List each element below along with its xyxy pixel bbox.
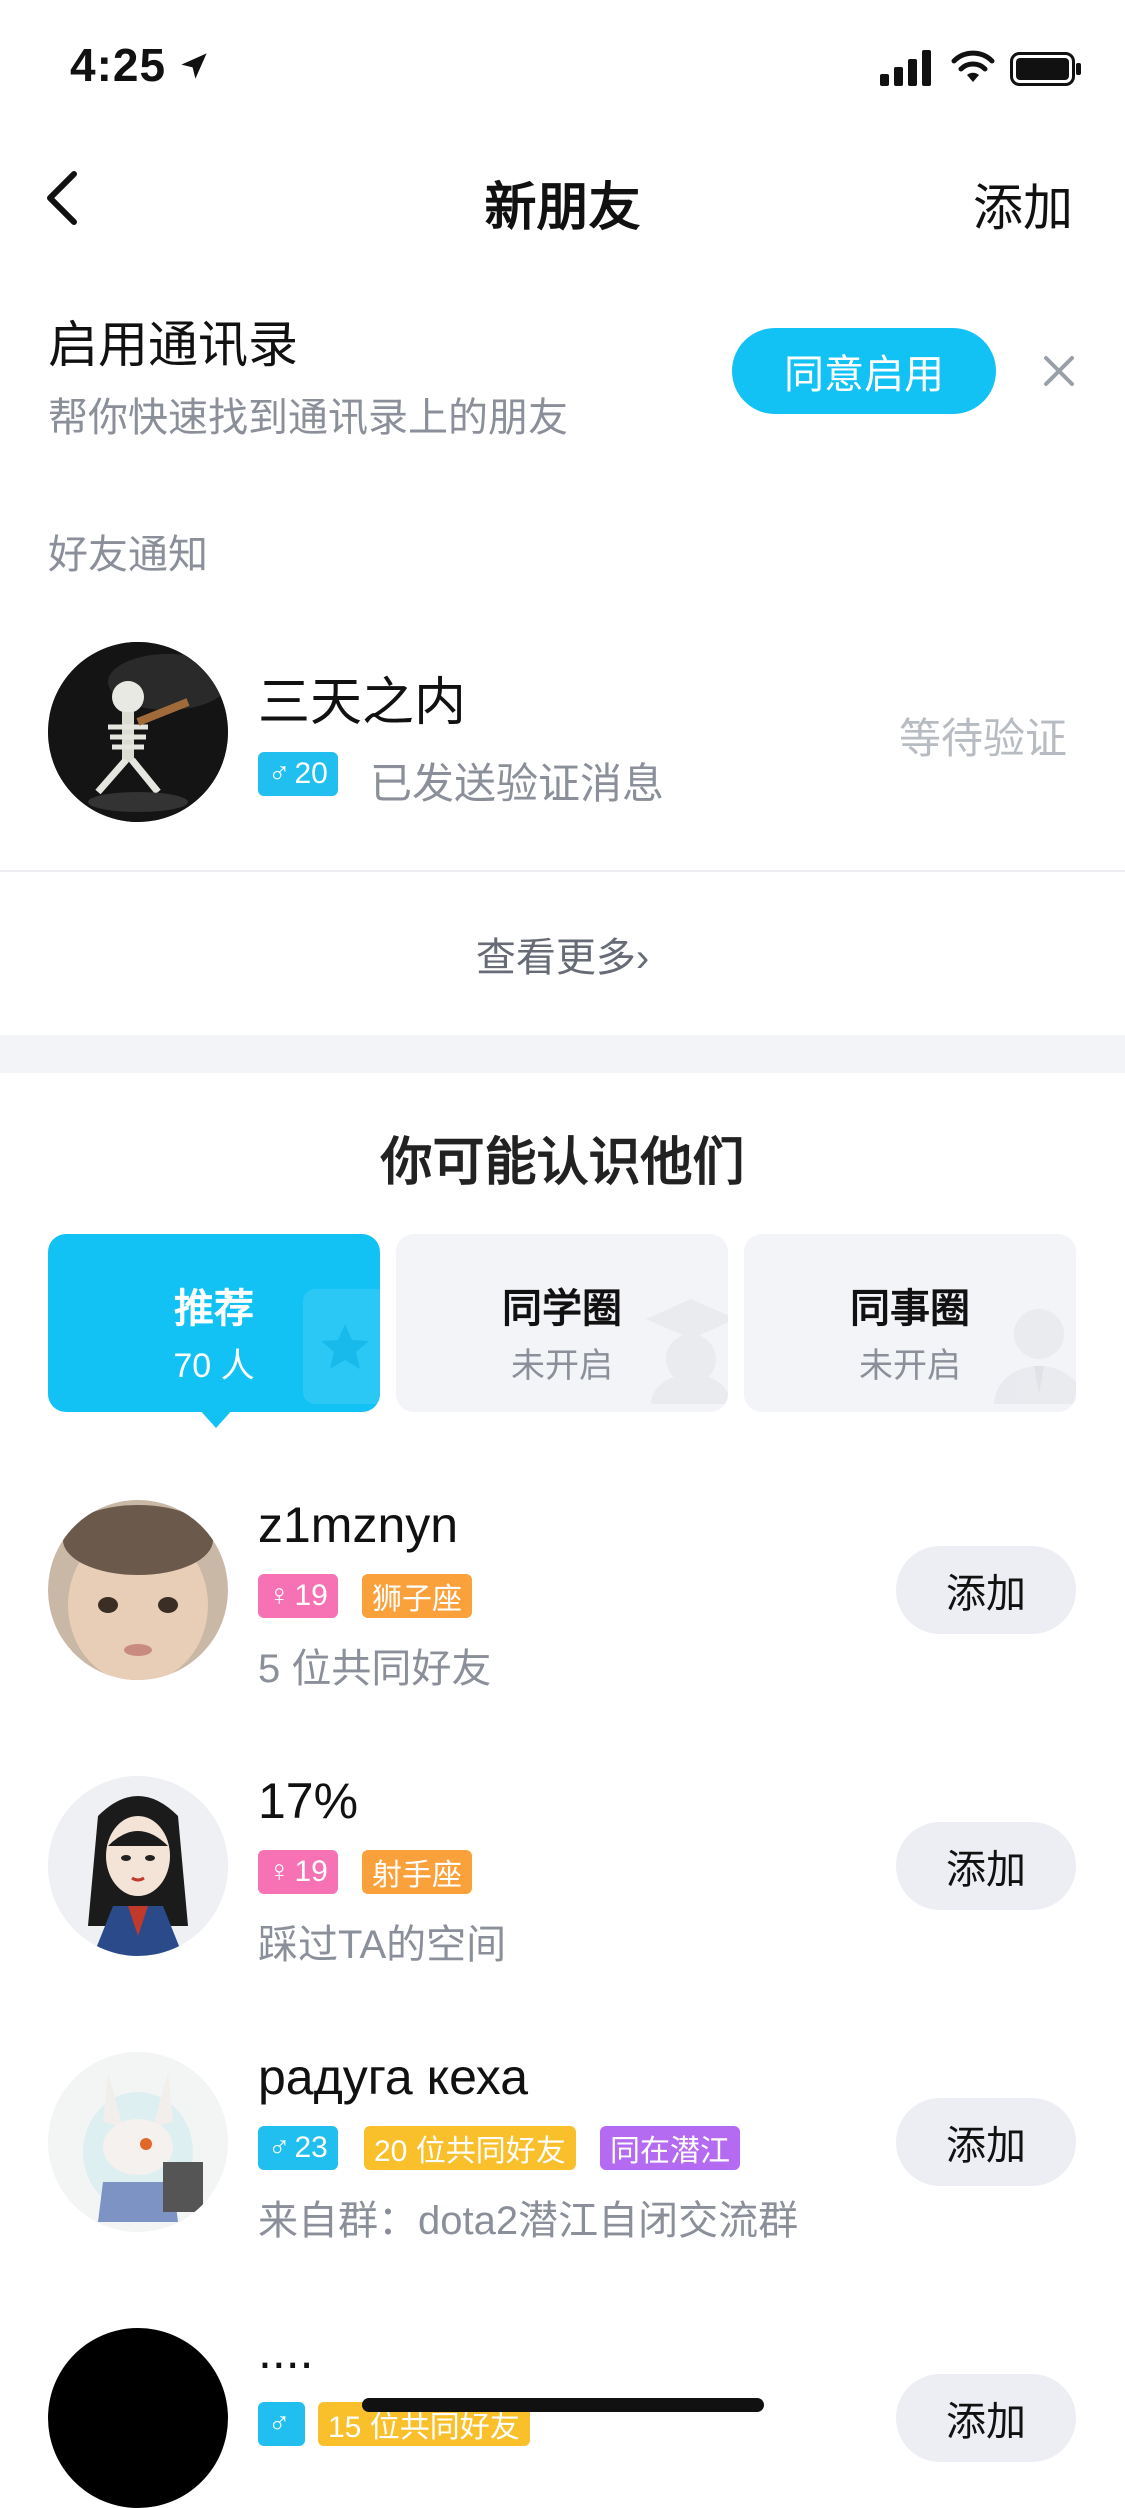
tag-badge: 20 位共同好友 <box>364 2126 576 2170</box>
mulan-avatar-image <box>48 1776 228 1956</box>
avatar[interactable] <box>48 1776 228 1956</box>
tab-recommended[interactable]: 推荐 70 人 <box>48 1234 380 1412</box>
avatar[interactable] <box>48 1500 228 1680</box>
gender-age-badge: ♂ <box>258 2402 305 2446</box>
gender-age-badge: ♂ 23 <box>258 2126 338 2170</box>
tab-pointer <box>198 1408 234 1428</box>
notification-status: 等待验证 <box>898 715 1067 762</box>
section-separator <box>0 1035 1125 1073</box>
baby-avatar-image <box>48 1500 228 1680</box>
age-text: 23 <box>294 2131 328 2164</box>
person-subtitle: 来自群：dota2潜江自闭交流群 <box>258 2199 799 2243</box>
star-bookmark-icon <box>303 1289 380 1404</box>
tag-badge: 射手座 <box>362 1850 472 1894</box>
graduate-icon <box>646 1299 728 1404</box>
person-name: 17% <box>258 1773 359 1829</box>
add-person-button[interactable]: 添加 <box>896 2374 1076 2462</box>
contacts-banner-subtitle: 帮你快速找到通讯录上的朋友 <box>48 396 568 440</box>
status-time: 4:25 <box>70 39 167 91</box>
person-name: z1mznyn <box>258 1497 459 1553</box>
skeleton-avatar-image <box>48 642 228 822</box>
close-icon[interactable] <box>1040 352 1078 390</box>
add-friend-button[interactable]: 添加 <box>973 168 1073 240</box>
male-icon: ♂ <box>268 757 291 790</box>
friend-notifications-label: 好友通知 <box>48 533 208 577</box>
age-text: 20 <box>294 757 328 790</box>
person-subtitle: 5 位共同好友 <box>258 1647 492 1691</box>
person-name: радуга кеха <box>258 2049 529 2105</box>
gender-age-badge: ♂ 20 <box>258 752 338 796</box>
location-arrow-icon <box>181 53 207 79</box>
signal-icon <box>880 50 931 86</box>
battery-icon <box>1010 52 1081 86</box>
avatar[interactable] <box>48 642 228 822</box>
tab-colleagues[interactable]: 同事圈 未开启 <box>744 1234 1076 1412</box>
rabbit-avatar-image <box>48 2052 228 2232</box>
age-text: 19 <box>294 1579 328 1612</box>
wifi-icon <box>951 50 995 82</box>
may-know-title: 你可能认识他们 <box>380 1134 745 1192</box>
home-indicator <box>362 2398 764 2412</box>
chevron-right-icon: › <box>635 936 650 980</box>
divider <box>0 870 1125 872</box>
contacts-banner-title: 启用通讯录 <box>48 317 298 373</box>
age-text: 19 <box>294 1855 328 1888</box>
gender-age-badge: ♀ 19 <box>258 1850 338 1894</box>
tag-badge: 同在潜江 <box>600 2126 740 2170</box>
male-icon: ♂ <box>268 2131 291 2164</box>
add-person-button[interactable]: 添加 <box>896 2098 1076 2186</box>
notification-message: 已发送验证消息 <box>370 760 665 807</box>
person-name: .... <box>258 2323 314 2379</box>
add-person-button[interactable]: 添加 <box>896 1822 1076 1910</box>
avatar[interactable] <box>48 2328 228 2508</box>
notification-name: 三天之内 <box>258 674 467 732</box>
person-subtitle: 踩过TA的空间 <box>258 1923 507 1967</box>
page-title: 新朋友 <box>484 179 641 237</box>
avatar[interactable] <box>48 2052 228 2232</box>
female-icon: ♀ <box>268 1855 291 1888</box>
tab-classmates[interactable]: 同学圈 未开启 <box>396 1234 728 1412</box>
female-icon: ♀ <box>268 1579 291 1612</box>
tag-badge: 狮子座 <box>362 1574 472 1618</box>
see-more-label: 查看更多 <box>475 936 636 980</box>
see-more-link[interactable]: 查看更多› <box>0 925 1125 983</box>
gender-age-badge: ♀ 19 <box>258 1574 338 1618</box>
add-person-button[interactable]: 添加 <box>896 1546 1076 1634</box>
enable-contacts-button[interactable]: 同意启用 <box>732 328 996 414</box>
worker-icon <box>994 1309 1076 1404</box>
